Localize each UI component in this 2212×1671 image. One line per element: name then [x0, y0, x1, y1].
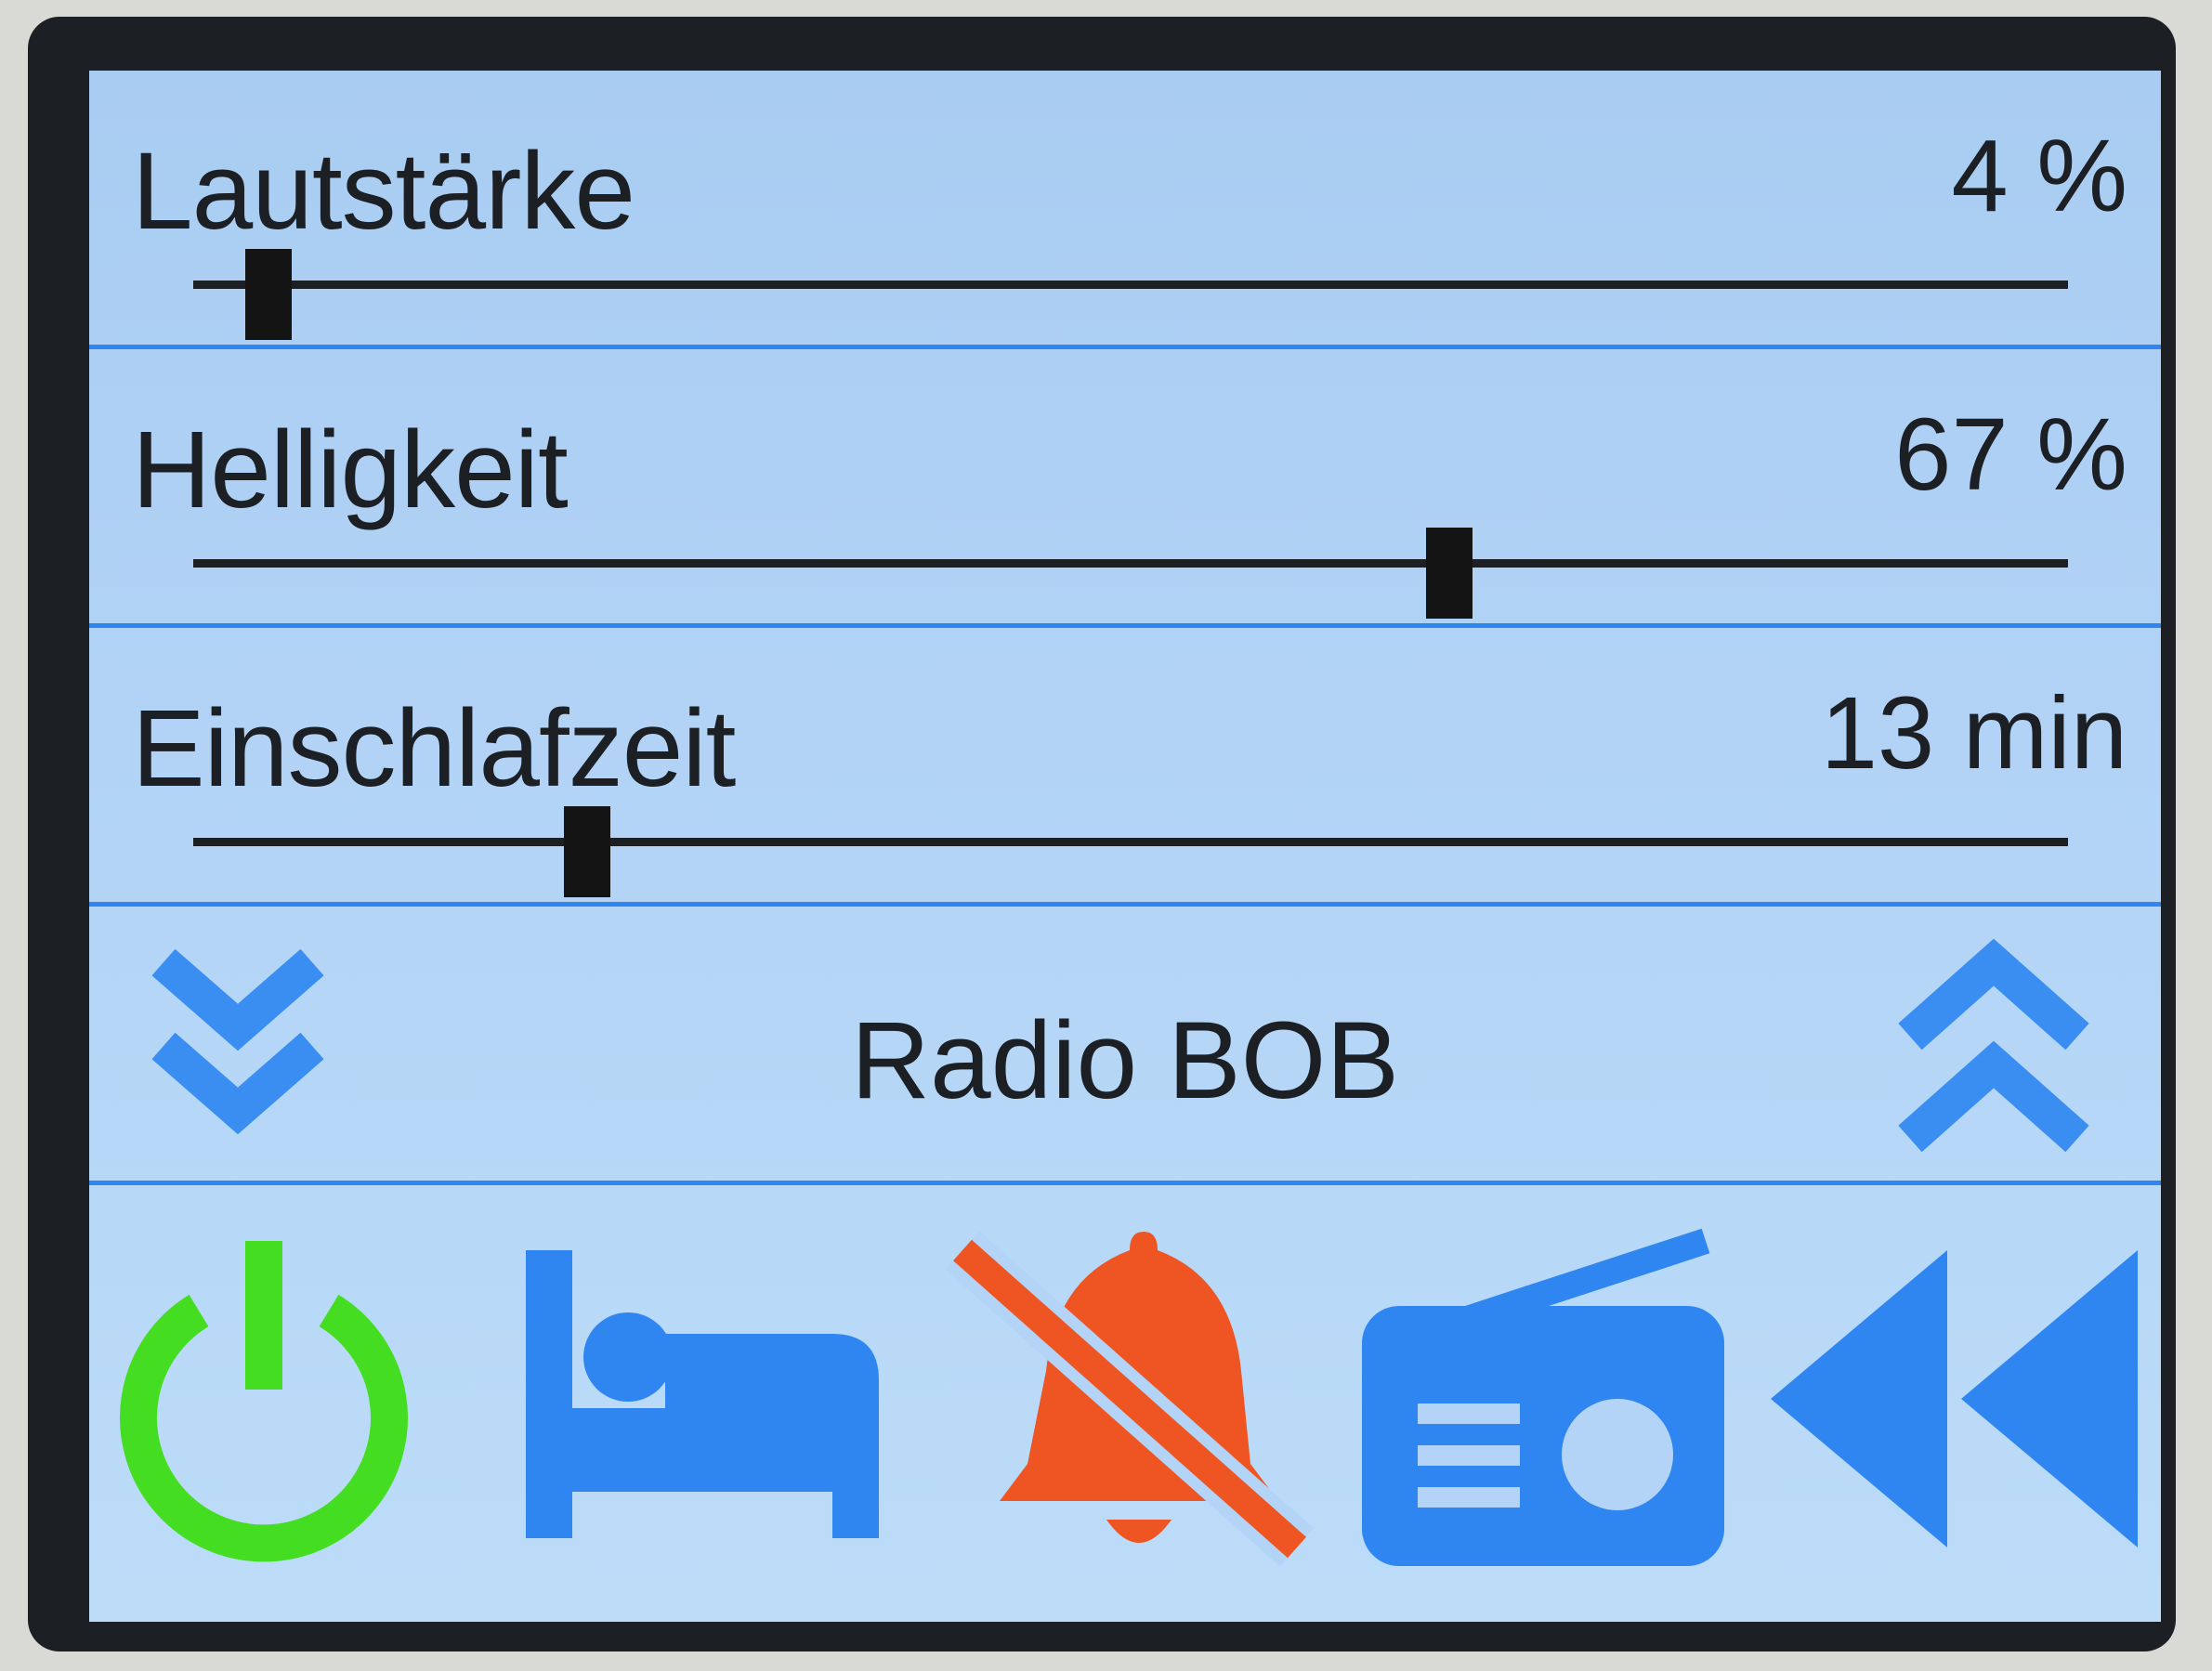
next-station-button[interactable] [1891, 934, 2096, 1171]
brightness-setting: Helligkeit 67 % [89, 349, 2161, 628]
sleep-timer-setting: Einschlafzeit 13 min [89, 628, 2161, 907]
volume-value: 4 % [1951, 119, 2127, 233]
radio-icon [1362, 1228, 1724, 1566]
radio-button[interactable] [1353, 1222, 1743, 1580]
brightness-slider-track[interactable] [193, 559, 2068, 568]
bed-icon [526, 1250, 879, 1538]
station-selector: Radio BOB [89, 907, 2161, 1185]
sleep-timer-value: 13 min [1820, 676, 2127, 790]
display-screen: Lautstärke 4 % Helligkeit 67 % Einschlaf… [89, 71, 2161, 1622]
volume-slider-handle[interactable] [244, 249, 292, 340]
volume-slider-track[interactable] [193, 281, 2068, 289]
volume-setting: Lautstärke 4 % [89, 71, 2161, 349]
alarm-mute-button[interactable] [944, 1222, 1315, 1580]
station-name: Radio BOB [850, 999, 1400, 1122]
brightness-slider-handle[interactable] [1426, 528, 1473, 619]
bell-slash-icon [945, 1231, 1315, 1567]
sleep-timer-label: Einschlafzeit [132, 687, 736, 810]
sleep-timer-slider-track[interactable] [193, 838, 2068, 846]
brightness-label: Helligkeit [132, 409, 569, 531]
rewind-icon [1771, 1250, 2138, 1547]
brightness-value: 67 % [1894, 398, 2127, 512]
bottom-toolbar [89, 1185, 2161, 1622]
power-button[interactable] [106, 1222, 422, 1580]
sleep-timer-slider-handle[interactable] [563, 806, 610, 897]
rewind-button[interactable] [1771, 1222, 2142, 1580]
volume-label: Lautstärke [132, 130, 635, 253]
chevron-double-up-icon [1898, 938, 2089, 1153]
sleep-button[interactable] [526, 1222, 897, 1580]
power-icon [120, 1241, 408, 1562]
